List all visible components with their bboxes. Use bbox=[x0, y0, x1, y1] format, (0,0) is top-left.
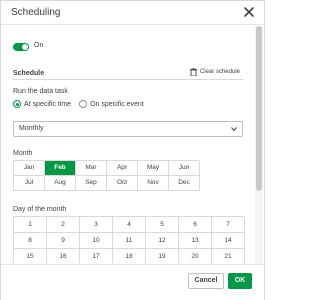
month-cell-mar[interactable]: Mar bbox=[76, 161, 107, 176]
scrollbar[interactable] bbox=[255, 26, 263, 264]
day-cell-16[interactable]: 16 bbox=[47, 249, 80, 263]
dialog-body: On Schedule Clear schedule Run the data … bbox=[1, 26, 255, 263]
month-label: Month bbox=[13, 150, 33, 157]
month-cell-nov[interactable]: Nov bbox=[138, 176, 169, 191]
dialog-footer: Cancel OK bbox=[1, 264, 264, 300]
radio-specific-time-label: At specific time bbox=[24, 100, 72, 108]
day-of-month-label: Day of the month bbox=[13, 206, 67, 213]
close-icon[interactable] bbox=[243, 6, 255, 18]
radio-circle bbox=[79, 100, 88, 108]
day-cell-6[interactable]: 6 bbox=[179, 217, 212, 233]
day-cell-3[interactable]: 3 bbox=[80, 217, 113, 233]
day-cell-21[interactable]: 21 bbox=[212, 249, 245, 263]
month-grid: Jan Feb Mar Apr May Jun Jul Aug Sep Oct Nov Dec bbox=[13, 160, 200, 191]
day-cell-10[interactable]: 10 bbox=[80, 233, 113, 249]
month-cell-jul[interactable]: Jul bbox=[14, 176, 45, 191]
month-cell-oct[interactable]: Oct bbox=[107, 176, 138, 191]
clear-schedule-button[interactable]: Clear schedule bbox=[189, 68, 240, 76]
month-cell-apr[interactable]: Apr bbox=[107, 161, 138, 176]
day-cell-19[interactable]: 19 bbox=[146, 249, 179, 263]
schedule-divider bbox=[13, 79, 243, 80]
day-cell-5[interactable]: 5 bbox=[146, 217, 179, 233]
day-cell-14[interactable]: 14 bbox=[212, 233, 245, 249]
day-cell-17[interactable]: 17 bbox=[80, 249, 113, 263]
frequency-select[interactable]: Monthly bbox=[13, 121, 243, 137]
day-cell-11[interactable]: 11 bbox=[113, 233, 146, 249]
schedule-title: Schedule bbox=[13, 70, 45, 77]
clear-schedule-label: Clear schedule bbox=[199, 69, 240, 75]
month-cell-may[interactable]: May bbox=[138, 161, 169, 176]
month-cell-jan[interactable]: Jan bbox=[14, 161, 45, 176]
month-cell-feb[interactable]: Feb bbox=[45, 161, 76, 176]
day-cell-2[interactable]: 2 bbox=[47, 217, 80, 233]
day-cell-13[interactable]: 13 bbox=[179, 233, 212, 249]
day-cell-9[interactable]: 9 bbox=[47, 233, 80, 249]
scrollbar-thumb[interactable] bbox=[256, 26, 262, 191]
day-cell-12[interactable]: 12 bbox=[146, 233, 179, 249]
radio-specific-time[interactable]: At specific time bbox=[13, 100, 71, 108]
day-cell-15[interactable]: 15 bbox=[14, 249, 47, 263]
day-cell-8[interactable]: 8 bbox=[14, 233, 47, 249]
ok-button[interactable]: OK bbox=[228, 273, 252, 289]
schedule-toggle[interactable] bbox=[13, 43, 29, 51]
day-cell-7[interactable]: 7 bbox=[212, 217, 245, 233]
radio-specific-event[interactable]: On specific event bbox=[79, 100, 144, 108]
toggle-knob bbox=[22, 44, 28, 50]
month-cell-dec[interactable]: Dec bbox=[169, 176, 200, 191]
day-cell-4[interactable]: 4 bbox=[113, 217, 146, 233]
day-cell-18[interactable]: 18 bbox=[113, 249, 146, 263]
day-cell-20[interactable]: 20 bbox=[179, 249, 212, 263]
trash-icon bbox=[189, 68, 197, 76]
radio-specific-event-label: On specific event bbox=[90, 100, 144, 108]
toggle-label: On bbox=[34, 42, 44, 49]
day-cell-1[interactable]: 1 bbox=[14, 217, 47, 233]
run-task-label: Run the data task bbox=[13, 88, 68, 95]
month-cell-sep[interactable]: Sep bbox=[76, 176, 107, 191]
run-mode-radio-group: At specific time On specific event bbox=[13, 100, 144, 108]
dialog-header: Scheduling bbox=[1, 1, 264, 25]
month-cell-aug[interactable]: Aug bbox=[45, 176, 76, 191]
scheduling-dialog: Scheduling On Schedule Clear schedule Ru… bbox=[0, 0, 265, 300]
radio-circle bbox=[13, 100, 21, 108]
dialog-title: Scheduling bbox=[11, 7, 61, 18]
day-grid: 1234567891011121314151617181920212223242… bbox=[13, 216, 245, 263]
chevron-down-icon bbox=[231, 127, 237, 132]
cancel-button[interactable]: Cancel bbox=[188, 273, 224, 289]
frequency-value: Monthly bbox=[19, 125, 44, 132]
month-cell-jun[interactable]: Jun bbox=[169, 161, 200, 176]
